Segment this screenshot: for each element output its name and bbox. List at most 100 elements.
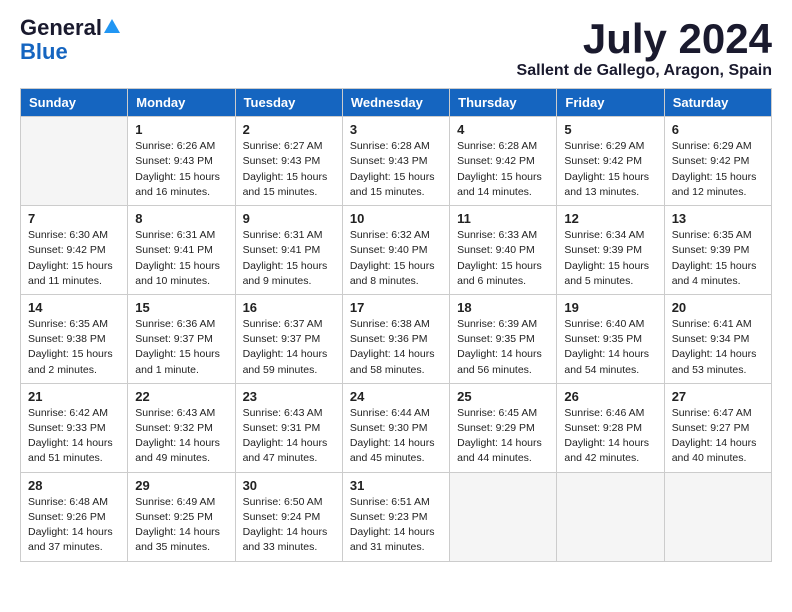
weekday-header-saturday: Saturday [664, 89, 771, 117]
logo-triangle-icon [104, 19, 120, 33]
calendar-cell: 24 Sunrise: 6:44 AMSunset: 9:30 PMDaylig… [342, 383, 449, 472]
day-number: 22 [135, 389, 227, 404]
week-row-4: 21 Sunrise: 6:42 AMSunset: 9:33 PMDaylig… [21, 383, 772, 472]
logo-blue-text: Blue [20, 40, 68, 64]
day-info: Sunrise: 6:50 AMSunset: 9:24 PMDaylight:… [243, 496, 328, 554]
weekday-header-tuesday: Tuesday [235, 89, 342, 117]
calendar-cell: 25 Sunrise: 6:45 AMSunset: 9:29 PMDaylig… [450, 383, 557, 472]
weekday-header-row: SundayMondayTuesdayWednesdayThursdayFrid… [21, 89, 772, 117]
day-info: Sunrise: 6:38 AMSunset: 9:36 PMDaylight:… [350, 318, 435, 376]
day-number: 18 [457, 300, 549, 315]
day-number: 19 [564, 300, 656, 315]
day-info: Sunrise: 6:43 AMSunset: 9:31 PMDaylight:… [243, 407, 328, 465]
calendar-cell: 16 Sunrise: 6:37 AMSunset: 9:37 PMDaylig… [235, 294, 342, 383]
day-number: 29 [135, 478, 227, 493]
logo-general-text: General [20, 16, 102, 40]
weekday-header-sunday: Sunday [21, 89, 128, 117]
day-info: Sunrise: 6:28 AMSunset: 9:43 PMDaylight:… [350, 140, 435, 198]
day-number: 26 [564, 389, 656, 404]
day-info: Sunrise: 6:26 AMSunset: 9:43 PMDaylight:… [135, 140, 220, 198]
day-info: Sunrise: 6:39 AMSunset: 9:35 PMDaylight:… [457, 318, 542, 376]
day-info: Sunrise: 6:35 AMSunset: 9:38 PMDaylight:… [28, 318, 113, 376]
day-info: Sunrise: 6:41 AMSunset: 9:34 PMDaylight:… [672, 318, 757, 376]
calendar-cell: 11 Sunrise: 6:33 AMSunset: 9:40 PMDaylig… [450, 206, 557, 295]
day-info: Sunrise: 6:48 AMSunset: 9:26 PMDaylight:… [28, 496, 113, 554]
day-info: Sunrise: 6:37 AMSunset: 9:37 PMDaylight:… [243, 318, 328, 376]
calendar-cell: 15 Sunrise: 6:36 AMSunset: 9:37 PMDaylig… [128, 294, 235, 383]
day-number: 8 [135, 211, 227, 226]
day-number: 2 [243, 122, 335, 137]
day-info: Sunrise: 6:29 AMSunset: 9:42 PMDaylight:… [672, 140, 757, 198]
day-number: 16 [243, 300, 335, 315]
day-number: 3 [350, 122, 442, 137]
day-number: 10 [350, 211, 442, 226]
day-number: 1 [135, 122, 227, 137]
day-number: 30 [243, 478, 335, 493]
calendar-cell: 18 Sunrise: 6:39 AMSunset: 9:35 PMDaylig… [450, 294, 557, 383]
page-header: General Blue July 2024 Sallent de Galleg… [20, 16, 772, 80]
day-info: Sunrise: 6:43 AMSunset: 9:32 PMDaylight:… [135, 407, 220, 465]
day-info: Sunrise: 6:49 AMSunset: 9:25 PMDaylight:… [135, 496, 220, 554]
calendar-cell: 2 Sunrise: 6:27 AMSunset: 9:43 PMDayligh… [235, 117, 342, 206]
day-info: Sunrise: 6:36 AMSunset: 9:37 PMDaylight:… [135, 318, 220, 376]
calendar-cell [21, 117, 128, 206]
day-info: Sunrise: 6:28 AMSunset: 9:42 PMDaylight:… [457, 140, 542, 198]
calendar-cell: 4 Sunrise: 6:28 AMSunset: 9:42 PMDayligh… [450, 117, 557, 206]
day-number: 20 [672, 300, 764, 315]
calendar-cell [557, 472, 664, 561]
calendar-cell: 14 Sunrise: 6:35 AMSunset: 9:38 PMDaylig… [21, 294, 128, 383]
logo: General Blue [20, 16, 120, 64]
day-number: 17 [350, 300, 442, 315]
weekday-header-wednesday: Wednesday [342, 89, 449, 117]
day-number: 11 [457, 211, 549, 226]
weekday-header-friday: Friday [557, 89, 664, 117]
week-row-1: 1 Sunrise: 6:26 AMSunset: 9:43 PMDayligh… [21, 117, 772, 206]
calendar-cell: 5 Sunrise: 6:29 AMSunset: 9:42 PMDayligh… [557, 117, 664, 206]
calendar-cell [450, 472, 557, 561]
calendar-cell: 3 Sunrise: 6:28 AMSunset: 9:43 PMDayligh… [342, 117, 449, 206]
calendar-cell: 27 Sunrise: 6:47 AMSunset: 9:27 PMDaylig… [664, 383, 771, 472]
week-row-5: 28 Sunrise: 6:48 AMSunset: 9:26 PMDaylig… [21, 472, 772, 561]
calendar-cell: 9 Sunrise: 6:31 AMSunset: 9:41 PMDayligh… [235, 206, 342, 295]
day-number: 21 [28, 389, 120, 404]
day-number: 31 [350, 478, 442, 493]
calendar-cell: 19 Sunrise: 6:40 AMSunset: 9:35 PMDaylig… [557, 294, 664, 383]
calendar-cell: 23 Sunrise: 6:43 AMSunset: 9:31 PMDaylig… [235, 383, 342, 472]
day-number: 12 [564, 211, 656, 226]
day-info: Sunrise: 6:46 AMSunset: 9:28 PMDaylight:… [564, 407, 649, 465]
day-info: Sunrise: 6:44 AMSunset: 9:30 PMDaylight:… [350, 407, 435, 465]
calendar-cell [664, 472, 771, 561]
location-text: Sallent de Gallego, Aragon, Spain [517, 62, 772, 80]
calendar-cell: 10 Sunrise: 6:32 AMSunset: 9:40 PMDaylig… [342, 206, 449, 295]
day-info: Sunrise: 6:34 AMSunset: 9:39 PMDaylight:… [564, 229, 649, 287]
day-info: Sunrise: 6:51 AMSunset: 9:23 PMDaylight:… [350, 496, 435, 554]
calendar-cell: 20 Sunrise: 6:41 AMSunset: 9:34 PMDaylig… [664, 294, 771, 383]
day-info: Sunrise: 6:27 AMSunset: 9:43 PMDaylight:… [243, 140, 328, 198]
day-number: 25 [457, 389, 549, 404]
calendar-cell: 30 Sunrise: 6:50 AMSunset: 9:24 PMDaylig… [235, 472, 342, 561]
calendar-cell: 8 Sunrise: 6:31 AMSunset: 9:41 PMDayligh… [128, 206, 235, 295]
day-number: 7 [28, 211, 120, 226]
day-number: 23 [243, 389, 335, 404]
week-row-3: 14 Sunrise: 6:35 AMSunset: 9:38 PMDaylig… [21, 294, 772, 383]
calendar-cell: 26 Sunrise: 6:46 AMSunset: 9:28 PMDaylig… [557, 383, 664, 472]
day-info: Sunrise: 6:31 AMSunset: 9:41 PMDaylight:… [243, 229, 328, 287]
calendar-cell: 6 Sunrise: 6:29 AMSunset: 9:42 PMDayligh… [664, 117, 771, 206]
month-title: July 2024 [517, 16, 772, 62]
calendar-cell: 12 Sunrise: 6:34 AMSunset: 9:39 PMDaylig… [557, 206, 664, 295]
calendar-cell: 17 Sunrise: 6:38 AMSunset: 9:36 PMDaylig… [342, 294, 449, 383]
calendar-cell: 31 Sunrise: 6:51 AMSunset: 9:23 PMDaylig… [342, 472, 449, 561]
day-info: Sunrise: 6:31 AMSunset: 9:41 PMDaylight:… [135, 229, 220, 287]
day-number: 24 [350, 389, 442, 404]
weekday-header-monday: Monday [128, 89, 235, 117]
calendar-cell: 28 Sunrise: 6:48 AMSunset: 9:26 PMDaylig… [21, 472, 128, 561]
day-number: 9 [243, 211, 335, 226]
day-number: 15 [135, 300, 227, 315]
day-info: Sunrise: 6:30 AMSunset: 9:42 PMDaylight:… [28, 229, 113, 287]
day-info: Sunrise: 6:35 AMSunset: 9:39 PMDaylight:… [672, 229, 757, 287]
day-number: 4 [457, 122, 549, 137]
day-number: 5 [564, 122, 656, 137]
day-info: Sunrise: 6:29 AMSunset: 9:42 PMDaylight:… [564, 140, 649, 198]
calendar-cell: 1 Sunrise: 6:26 AMSunset: 9:43 PMDayligh… [128, 117, 235, 206]
day-number: 28 [28, 478, 120, 493]
